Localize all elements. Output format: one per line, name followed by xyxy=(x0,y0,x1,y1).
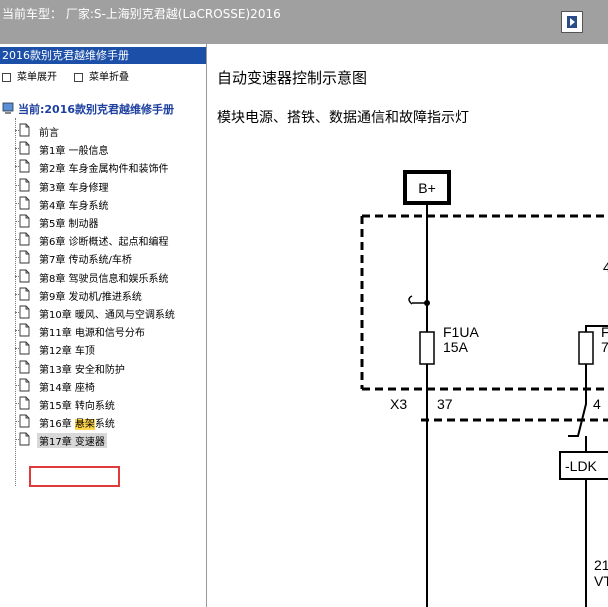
document-page-icon xyxy=(19,396,30,410)
wiring-diagram: B+ F1UA 15A F 7 4 X3 37 4 -LDK 21 VT xyxy=(360,170,608,607)
tree-item[interactable]: 第13章 安全和防护 xyxy=(15,359,205,377)
tree-item[interactable]: 第12章 车顶 xyxy=(15,340,205,358)
tree-item-label: 第15章 转向系统 xyxy=(39,401,115,412)
document-page-icon xyxy=(19,432,30,446)
document-page-icon xyxy=(19,341,30,355)
partial-label-bottom-2: VT xyxy=(594,573,608,589)
tree-item[interactable]: 第5章 制动器 xyxy=(15,213,205,231)
tree-item-label: 第5章 制动器 xyxy=(39,219,99,230)
tree-item-label: 第10章 暖风、通风与空调系统 xyxy=(39,310,175,321)
tree-item-label: 第6章 诊断概述、起点和编程 xyxy=(39,237,169,249)
tree-item-label: 第3章 车身修理 xyxy=(39,182,109,194)
fuse-2-name: F xyxy=(601,324,608,340)
document-page-icon xyxy=(19,360,30,374)
window-title: 当前车型： 厂家:S-上海别克君越(LaCROSSE)2016 xyxy=(2,7,281,21)
tree-item-label-prefix: 第16章 xyxy=(39,419,75,431)
document-page-icon xyxy=(19,141,30,155)
tree-item[interactable]: 第14章 座椅 xyxy=(15,377,205,395)
tree-item-label: 第9章 发动机/推进系统 xyxy=(39,291,142,303)
tree-item[interactable]: 第1章 一般信息 xyxy=(15,140,205,158)
tree-item-label: 第16章 悬架系统 xyxy=(39,415,115,431)
document-page-icon xyxy=(19,287,30,301)
tree-item-label: 第14章 座椅 xyxy=(39,382,95,394)
fuse-1-name: F1UA xyxy=(443,324,479,340)
collapse-menu-button[interactable]: 菜单折叠 xyxy=(74,68,129,83)
ground-stub xyxy=(408,295,427,305)
document-page-icon xyxy=(19,378,30,392)
document-page-icon xyxy=(19,323,30,337)
battery-label: B+ xyxy=(418,180,436,196)
tree-item[interactable]: 第11章 电源和信号分布 xyxy=(15,322,205,340)
tree-item-label: 前言 xyxy=(39,128,59,139)
tree-item-label: 第17章 变速器 xyxy=(37,433,107,449)
sidebar: 2016款别克君越维修手册 菜单展开 菜单折叠 当前:2016款别克君越维修手册… xyxy=(0,44,207,607)
computer-book-icon xyxy=(2,102,14,114)
title-bar: 当前车型： 厂家:S-上海别克君越(LaCROSSE)2016 xyxy=(0,0,608,44)
fuse-2-rating: 7 xyxy=(601,339,608,355)
tree-item[interactable]: 第6章 诊断概述、起点和编程 xyxy=(15,231,205,249)
document-page-icon xyxy=(19,250,30,264)
pin-4-label: 4 xyxy=(593,396,601,412)
arrow-icon xyxy=(570,18,575,26)
ldk-label: -LDK xyxy=(565,458,598,474)
tree-item[interactable]: 第9章 发动机/推进系统 xyxy=(15,286,205,304)
tree-item[interactable]: 第17章 变速器 xyxy=(15,431,205,449)
tree-item[interactable]: 前言 xyxy=(15,122,205,140)
collapse-menu-label: 菜单折叠 xyxy=(89,72,129,83)
tree-item[interactable]: 第2章 车身金属构件和装饰件 xyxy=(15,158,205,176)
tree-item[interactable]: 第16章 悬架系统 xyxy=(15,413,205,431)
content-pane: 自动变速器控制示意图 模块电源、搭铁、数据通信和故障指示灯 B+ F1UA 15… xyxy=(208,44,608,607)
fuse-block-outline xyxy=(360,214,608,391)
tree-item[interactable]: 第15章 转向系统 xyxy=(15,395,205,413)
tree-item-label-suffix: 系统 xyxy=(94,419,115,431)
menu-tools: 菜单展开 菜单折叠 xyxy=(0,68,206,84)
tree-item[interactable]: 第7章 传动系统/车桥 xyxy=(15,249,205,267)
document-page-icon xyxy=(19,178,30,192)
tree-item-label: 第11章 电源和信号分布 xyxy=(39,328,145,340)
tree-item-label: 第1章 一般信息 xyxy=(39,146,109,158)
tree-item-label: 第12章 车顶 xyxy=(39,346,95,358)
tree-item-label: 第4章 车身系统 xyxy=(39,200,109,212)
square-icon xyxy=(74,72,83,82)
exit-button[interactable] xyxy=(561,11,583,33)
square-icon xyxy=(2,72,11,82)
tree-item-label: 第2章 车身金属构件和装饰件 xyxy=(39,164,169,176)
pin-37-label: 37 xyxy=(437,396,453,412)
selection-highlight xyxy=(29,466,120,487)
tree-item-label: 第13章 安全和防护 xyxy=(39,364,125,376)
document-page-icon xyxy=(19,305,30,319)
document-page-icon xyxy=(19,196,30,210)
tree-item[interactable]: 第4章 车身系统 xyxy=(15,195,205,213)
tree-item[interactable]: 第8章 驾驶员信息和娱乐系统 xyxy=(15,268,205,286)
document-page-icon xyxy=(19,159,30,173)
tree-item-label: 第7章 传动系统/车桥 xyxy=(39,255,132,267)
tree-item-label: 第8章 驾驶员信息和娱乐系统 xyxy=(39,273,169,285)
fuse-1 xyxy=(419,331,435,365)
tree-item[interactable]: 第10章 暖风、通风与空调系统 xyxy=(15,304,205,322)
document-page-icon xyxy=(19,414,30,428)
partial-label-bottom-1: 21 xyxy=(594,557,608,573)
fuse-1-rating: 15A xyxy=(443,339,469,355)
document-page-icon xyxy=(19,269,30,283)
expand-menu-label: 菜单展开 xyxy=(17,72,57,83)
partial-label-top: 4 xyxy=(603,259,608,275)
connector-label: X3 xyxy=(390,396,407,412)
expand-menu-button[interactable]: 菜单展开 xyxy=(2,68,57,83)
document-page-icon xyxy=(19,123,30,137)
fuse-2 xyxy=(578,331,594,365)
document-page-icon xyxy=(19,214,30,228)
search-highlight: 悬架 xyxy=(74,419,95,431)
document-page-icon xyxy=(19,232,30,246)
tree-root-label: 当前:2016款别克君越维修手册 xyxy=(18,103,175,116)
manual-title: 2016款别克君越维修手册 xyxy=(0,47,206,64)
tree-item[interactable]: 第3章 车身修理 xyxy=(15,177,205,195)
